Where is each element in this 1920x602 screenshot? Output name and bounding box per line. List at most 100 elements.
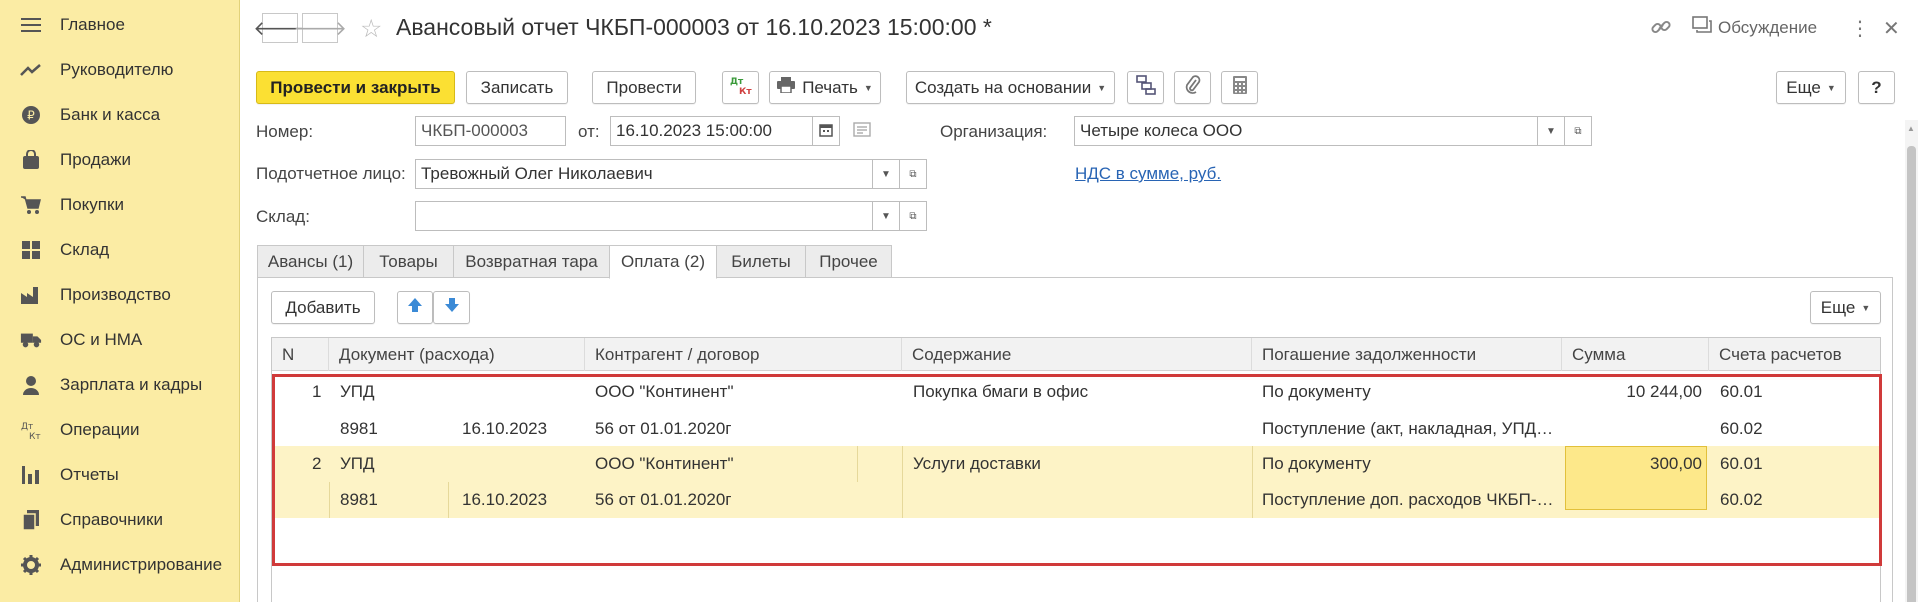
post-and-close-button[interactable]: Провести и закрыть xyxy=(256,71,455,104)
accountable-person-label: Подотчетное лицо: xyxy=(256,164,406,183)
page-title: Авансовый отчет ЧКБП-000003 от 16.10.202… xyxy=(396,14,992,40)
table-more-button[interactable]: Еще ▼ xyxy=(1810,291,1881,324)
date-from-label: от: xyxy=(578,122,600,141)
number-field[interactable]: ЧКБП-000003 xyxy=(415,116,566,146)
tab-advances[interactable]: Авансы (1) xyxy=(257,245,364,278)
create-based-label: Создать на основании xyxy=(914,77,1092,97)
sidebar-item-label: ОС и НМА xyxy=(60,330,143,349)
tab-returnable-packaging[interactable]: Возвратная тара xyxy=(453,245,610,278)
warehouse-dropdown[interactable]: ▼ xyxy=(872,201,900,231)
svg-text:₽: ₽ xyxy=(27,109,35,123)
column-accounts[interactable]: Счета расчетов xyxy=(1709,338,1880,371)
print-button[interactable]: Печать ▼ xyxy=(769,71,881,104)
organization-open-button[interactable]: ⧉ xyxy=(1564,116,1592,146)
attach-button[interactable] xyxy=(1174,71,1211,104)
svg-text:Дт: Дт xyxy=(21,422,33,432)
highlight-frame xyxy=(272,374,1882,566)
write-button[interactable]: Записать xyxy=(466,71,568,104)
menu-icon xyxy=(20,14,42,36)
chat-icon xyxy=(1692,16,1712,39)
column-n[interactable]: N xyxy=(272,338,329,371)
column-counterparty[interactable]: Контрагент / договор xyxy=(585,338,902,371)
create-based-on-button[interactable]: Создать на основании ▼ xyxy=(906,71,1115,104)
tab-payment[interactable]: Оплата (2) xyxy=(609,245,717,279)
scrollbar[interactable]: ▲ xyxy=(1905,120,1918,602)
dt-kt-icon: Дт Кт xyxy=(20,419,42,441)
accountable-person-field[interactable]: Тревожный Олег Николаевич xyxy=(415,159,873,189)
move-down-button[interactable] xyxy=(433,291,470,324)
more-menu-button[interactable]: ⋮ xyxy=(1850,16,1870,41)
column-sum[interactable]: Сумма xyxy=(1562,338,1709,371)
svg-text:Кт: Кт xyxy=(29,432,41,441)
bar-chart-icon xyxy=(20,464,42,486)
warehouse-open-button[interactable]: ⧉ xyxy=(899,201,927,231)
close-button[interactable]: ✕ xyxy=(1883,16,1900,41)
column-document[interactable]: Документ (расхода) xyxy=(329,338,585,371)
open-link-icon: ⧉ xyxy=(1574,125,1582,137)
shopping-bag-icon xyxy=(20,149,42,171)
column-content[interactable]: Содержание xyxy=(902,338,1252,371)
vat-link[interactable]: НДС в сумме, руб. xyxy=(1075,164,1221,184)
dt-kt-button[interactable]: Дт Кт xyxy=(722,71,759,104)
sidebar-item-purchases[interactable]: Покупки xyxy=(0,185,240,225)
person-dropdown[interactable]: ▼ xyxy=(872,159,900,189)
gear-icon xyxy=(20,554,42,576)
scroll-up-icon[interactable]: ▲ xyxy=(1907,124,1915,133)
warehouse-field[interactable] xyxy=(415,201,873,231)
trend-icon xyxy=(20,59,42,81)
table-more-label: Еще xyxy=(1820,297,1856,317)
factory-icon xyxy=(20,284,42,306)
sidebar-item-references[interactable]: Справочники xyxy=(0,500,240,540)
sidebar-item-warehouse[interactable]: Склад xyxy=(0,230,240,270)
person-open-button[interactable]: ⧉ xyxy=(899,159,927,189)
svg-text:Кт: Кт xyxy=(739,87,752,97)
document-history-icon[interactable] xyxy=(853,122,871,143)
help-button[interactable]: ? xyxy=(1858,71,1895,104)
discussion-button[interactable]: Обсуждение xyxy=(1692,16,1817,39)
organization-label: Организация: xyxy=(940,122,1048,141)
sidebar-item-production[interactable]: Производство xyxy=(0,275,240,315)
sidebar-item-label: Банк и касса xyxy=(60,105,161,124)
sidebar-item-reports[interactable]: Отчеты xyxy=(0,455,240,495)
truck-icon xyxy=(20,329,42,351)
print-label: Печать xyxy=(802,77,858,97)
sidebar-item-label: Справочники xyxy=(60,510,163,529)
sidebar-item-fixed-assets[interactable]: ОС и НМА xyxy=(0,320,240,360)
calculator-button[interactable] xyxy=(1221,71,1258,104)
organization-field[interactable]: Четыре колеса ООО xyxy=(1074,116,1538,146)
more-button[interactable]: Еще ▼ xyxy=(1776,71,1846,104)
organization-dropdown[interactable]: ▼ xyxy=(1537,116,1565,146)
vertical-dots-icon: ⋮ xyxy=(1850,18,1870,40)
caret-down-icon: ▼ xyxy=(881,168,891,180)
tab-tickets[interactable]: Билеты xyxy=(716,245,806,278)
caret-down-icon: ▼ xyxy=(1861,302,1871,313)
add-button[interactable]: Добавить xyxy=(271,291,375,324)
more-label: Еще xyxy=(1786,77,1821,97)
sidebar-item-operations[interactable]: Дт Кт Операции xyxy=(0,410,240,450)
sidebar-item-manager[interactable]: Руководителю xyxy=(0,50,240,90)
sidebar-item-bank[interactable]: ₽ Банк и касса xyxy=(0,95,240,135)
sidebar-item-label: Администрирование xyxy=(60,555,223,574)
forward-button[interactable]: 🡒 xyxy=(293,13,347,43)
date-field[interactable]: 16.10.2023 15:00:00 xyxy=(610,116,813,146)
star-icon[interactable]: ☆ xyxy=(360,14,382,44)
sidebar-item-salary[interactable]: Зарплата и кадры xyxy=(0,365,240,405)
link-icon xyxy=(1650,16,1672,43)
structure-button[interactable] xyxy=(1127,71,1164,104)
sidebar-item-label: Операции xyxy=(60,420,140,439)
svg-text:Дт: Дт xyxy=(730,77,744,87)
scroll-thumb[interactable] xyxy=(1907,146,1916,602)
move-up-button[interactable] xyxy=(397,291,433,324)
sidebar-item-label: Главное xyxy=(60,15,125,34)
sidebar-item-administration[interactable]: Администрирование xyxy=(0,545,240,585)
warehouse-label: Склад: xyxy=(256,207,310,226)
tab-goods[interactable]: Товары xyxy=(363,245,454,278)
calendar-button[interactable] xyxy=(812,116,840,146)
link-button[interactable] xyxy=(1650,16,1672,43)
post-button[interactable]: Провести xyxy=(592,71,696,104)
sidebar-item-sales[interactable]: Продажи xyxy=(0,140,240,180)
tab-other[interactable]: Прочее xyxy=(805,245,892,278)
cart-icon xyxy=(20,194,42,216)
sidebar-item-main[interactable]: Главное xyxy=(0,5,240,45)
column-repayment[interactable]: Погашение задолженности xyxy=(1252,338,1562,371)
